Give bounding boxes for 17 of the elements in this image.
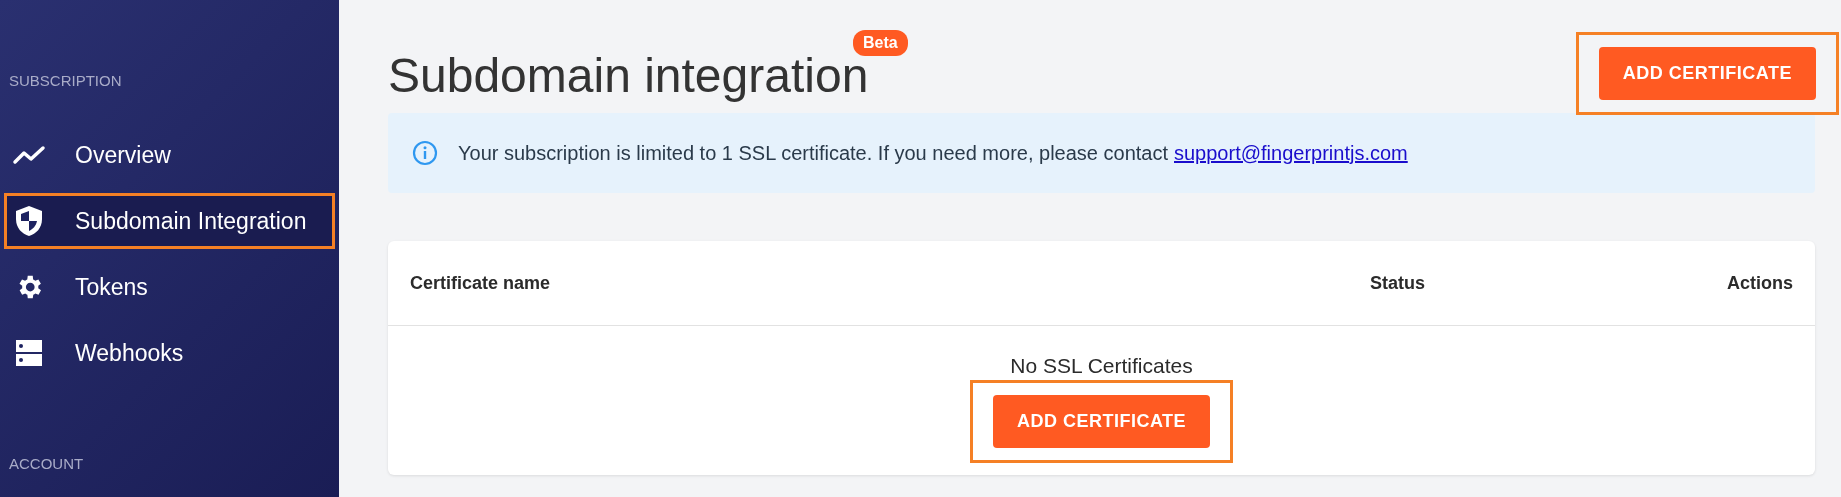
line-chart-icon <box>12 145 46 165</box>
nav-item[interactable]: Tokens <box>4 259 335 315</box>
section-label: ACCOUNT <box>8 455 85 472</box>
support-email-link[interactable]: support@fingerprintjs.com <box>1174 141 1408 165</box>
section-label: SUBSCRIPTION <box>8 72 123 89</box>
column-header: Actions <box>1726 272 1793 294</box>
column-header: Status <box>1370 272 1426 294</box>
shield-icon <box>15 205 43 237</box>
nav-item[interactable]: Subdomain Integration <box>4 193 335 249</box>
beta-badge: Beta <box>853 30 908 56</box>
nav-item[interactable]: Webhooks <box>4 325 335 381</box>
notice-text: Your subscription is limited to 1 SSL certificate. If you need more, please contact <box>458 141 1168 165</box>
nav-item[interactable]: Overview <box>4 127 335 183</box>
info-icon <box>412 140 438 166</box>
empty-state-text: No SSL Certificates <box>1010 354 1193 378</box>
column-header: Certificate name <box>410 272 552 294</box>
server-icon <box>15 339 43 367</box>
